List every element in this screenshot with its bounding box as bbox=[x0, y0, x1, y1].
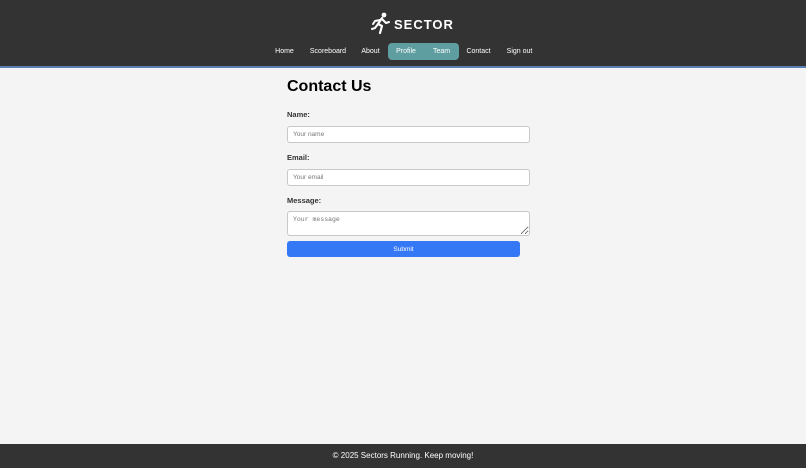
page-title: Contact Us bbox=[287, 78, 372, 95]
submit-button[interactable]: Submit bbox=[287, 241, 520, 257]
email-label: Email: bbox=[287, 153, 310, 162]
name-field[interactable] bbox=[287, 126, 530, 143]
nav-profile[interactable]: Profile bbox=[392, 43, 420, 60]
nav-sign-out[interactable]: Sign out bbox=[502, 43, 537, 60]
message-label: Message: bbox=[287, 196, 322, 205]
nav-about[interactable]: About bbox=[356, 43, 385, 60]
nav-team[interactable]: Team bbox=[428, 43, 455, 60]
site-logo[interactable]: SECTOR bbox=[371, 12, 454, 36]
nav-scoreboard[interactable]: Scoreboard bbox=[306, 43, 350, 60]
email-field[interactable] bbox=[287, 169, 530, 186]
nav-home[interactable]: Home bbox=[268, 43, 301, 60]
main-nav: Home Scoreboard About Profile Team Conta… bbox=[0, 43, 806, 60]
site-header: SECTOR Home Scoreboard About Profile Tea… bbox=[0, 0, 806, 68]
nav-contact[interactable]: Contact bbox=[463, 43, 494, 60]
logo-text: SECTOR bbox=[394, 16, 454, 32]
name-label: Name: bbox=[287, 110, 310, 119]
runner-icon bbox=[371, 12, 391, 36]
footer-text: © 2025 Sectors Running. Keep moving! bbox=[332, 451, 474, 460]
site-footer: © 2025 Sectors Running. Keep moving! bbox=[0, 444, 806, 468]
message-field[interactable] bbox=[287, 211, 530, 236]
